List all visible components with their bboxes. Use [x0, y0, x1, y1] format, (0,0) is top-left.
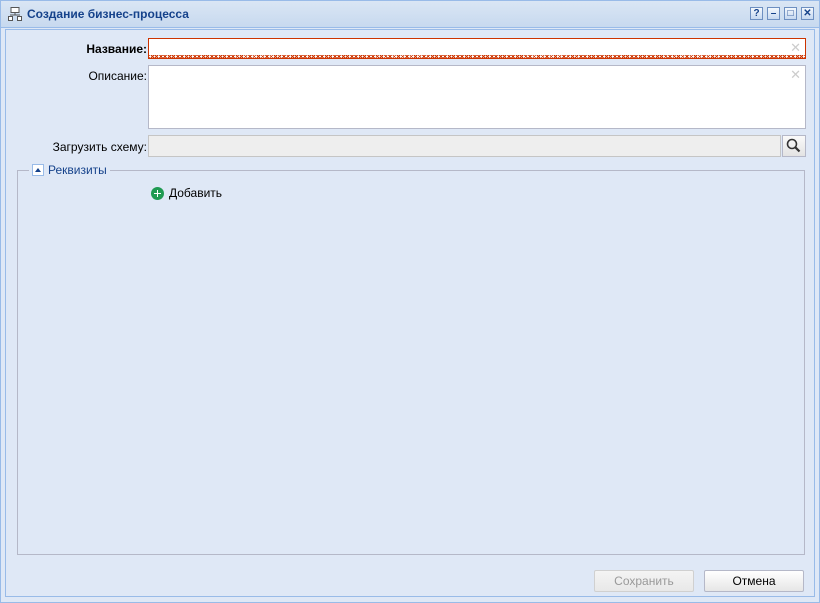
clear-icon[interactable]: ✕: [790, 68, 801, 81]
add-requisite-button[interactable]: Добавить: [151, 186, 222, 200]
minimize-button[interactable]: –: [767, 7, 780, 20]
invalid-indicator: [149, 55, 805, 58]
description-textarea[interactable]: ✕: [148, 65, 806, 129]
name-input[interactable]: ✕: [148, 38, 806, 59]
description-label: Описание:: [88, 69, 147, 83]
requisites-fieldset: Реквизиты Добавить: [17, 163, 805, 555]
title-bar[interactable]: Создание бизнес-процесса ? – □ ✕: [1, 1, 819, 28]
window-title: Создание бизнес-процесса: [27, 7, 189, 21]
maximize-button[interactable]: □: [784, 7, 797, 20]
search-icon: [786, 138, 801, 153]
clear-icon[interactable]: ✕: [790, 41, 801, 54]
network-icon: [8, 7, 22, 21]
collapse-toggle-icon[interactable]: [32, 164, 44, 176]
save-button[interactable]: Сохранить: [594, 570, 694, 592]
browse-button[interactable]: [782, 135, 806, 157]
cancel-button[interactable]: Отмена: [704, 570, 804, 592]
close-button[interactable]: ✕: [801, 7, 814, 20]
fieldset-title: Реквизиты: [48, 163, 107, 177]
schema-file-input[interactable]: [148, 135, 781, 157]
form-body: Название: ✕ Описание: ✕ Загрузить схему:…: [5, 29, 815, 597]
add-label: Добавить: [169, 186, 223, 200]
dialog-window: Создание бизнес-процесса ? – □ ✕ Названи…: [0, 0, 820, 603]
name-label: Название:: [86, 42, 147, 56]
fieldset-legend: Реквизиты: [29, 163, 110, 177]
help-button[interactable]: ?: [750, 7, 763, 20]
add-icon: [151, 186, 164, 200]
schema-label: Загрузить схему:: [52, 140, 147, 154]
